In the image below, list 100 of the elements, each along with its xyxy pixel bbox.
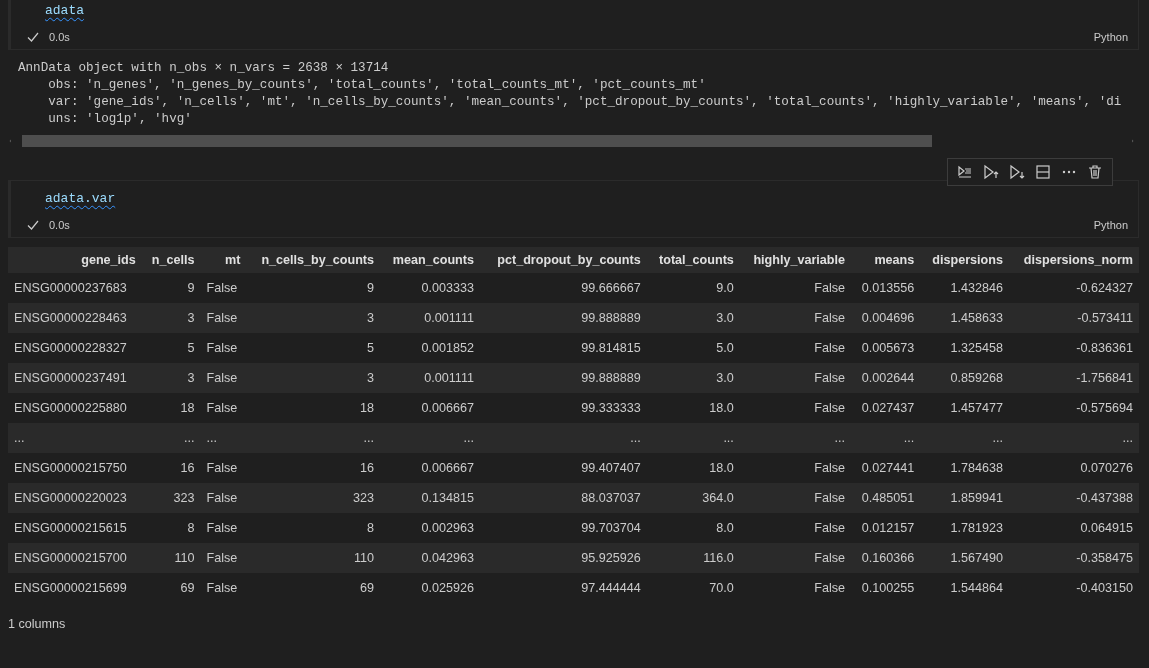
table-cell: False — [200, 303, 247, 333]
table-cell: 18.0 — [646, 453, 740, 483]
run-lines-icon — [957, 164, 973, 180]
column-header: n_cells — [141, 247, 201, 273]
table-cell: ... — [739, 423, 852, 453]
table-cell: 323 — [141, 483, 201, 513]
table-cell: 323 — [246, 483, 381, 513]
column-header: highly_variable — [739, 247, 852, 273]
code-text: adata — [45, 3, 84, 18]
table-cell: 9 — [246, 273, 381, 303]
play-up-icon — [983, 164, 999, 180]
table-cell: 0.859268 — [920, 363, 1009, 393]
table-cell: 70.0 — [646, 573, 740, 603]
table-cell: 364.0 — [646, 483, 740, 513]
table-cell: 8.0 — [646, 513, 740, 543]
table-cell: 0.001852 — [380, 333, 480, 363]
table-cell: False — [739, 483, 852, 513]
table-cell: 1.567490 — [920, 543, 1009, 573]
table-cell: 1.544864 — [920, 573, 1009, 603]
column-header: dispersions_norm — [1008, 247, 1139, 273]
table-cell: 0.160366 — [851, 543, 921, 573]
code-text: adata.var — [45, 191, 116, 206]
table-cell: 1.457477 — [920, 393, 1009, 423]
table-cell: False — [200, 363, 247, 393]
table-cell: ENSG00000225880 — [8, 393, 142, 423]
table-cell: -0.836361 — [1008, 333, 1139, 363]
table-cell: 99.888889 — [480, 303, 647, 333]
table-cell: 0.013556 — [851, 273, 921, 303]
table-cell: 16 — [246, 453, 381, 483]
table-cell: ENSG00000215615 — [8, 513, 142, 543]
trash-icon — [1087, 164, 1103, 180]
table-footer: 1 columns — [0, 603, 1149, 631]
table-cell: ENSG00000237491 — [8, 363, 142, 393]
table-cell: ... — [646, 423, 740, 453]
table-cell: 99.888889 — [480, 363, 647, 393]
table-cell: False — [200, 333, 247, 363]
output-text: obs: 'n_genes', 'n_genes_by_counts', 'total_counts', 'total_counts_mt', 'pct_counts_mt' — [47, 77, 707, 94]
table-cell: ... — [851, 423, 921, 453]
table-cell: 0.134815 — [380, 483, 480, 513]
output-text: uns: 'log1p', 'hvg' — [47, 111, 193, 128]
language-label[interactable]: Python — [1093, 219, 1128, 231]
table-cell: 0.042963 — [380, 543, 480, 573]
table-cell: ENSG00000220023 — [8, 483, 142, 513]
table-cell: 5.0 — [646, 333, 740, 363]
table-cell: 97.444444 — [480, 573, 647, 603]
table-cell: 8 — [246, 513, 381, 543]
table-cell: ... — [200, 423, 247, 453]
table-cell: -0.358475 — [1008, 543, 1139, 573]
table-cell: False — [200, 483, 247, 513]
table-cell: 0.485051 — [851, 483, 921, 513]
table-cell: 0.002963 — [380, 513, 480, 543]
column-header: mean_counts — [380, 247, 480, 273]
table-cell: 99.333333 — [480, 393, 647, 423]
table-cell: 1.458633 — [920, 303, 1009, 333]
table-cell: 3 — [246, 363, 381, 393]
table-cell: 69 — [141, 573, 201, 603]
table-cell: -1.756841 — [1008, 363, 1139, 393]
column-header: mt — [200, 247, 247, 273]
table-cell: ... — [380, 423, 480, 453]
table-cell: False — [200, 513, 247, 543]
execution-time: 0.0s — [49, 31, 70, 43]
table-cell: 0.006667 — [380, 453, 480, 483]
split-icon — [1035, 164, 1051, 180]
table-cell: False — [200, 453, 247, 483]
column-header: total_counts — [646, 247, 740, 273]
table-cell: 95.925926 — [480, 543, 647, 573]
table-cell: 1.781923 — [920, 513, 1009, 543]
table-cell: 0.002644 — [851, 363, 921, 393]
table-cell: 5 — [246, 333, 381, 363]
language-label[interactable]: Python — [1093, 31, 1128, 43]
table-cell: 9 — [141, 273, 201, 303]
table-cell: 3 — [141, 303, 201, 333]
code-cell[interactable]: adata.var 0.0s Python — [8, 180, 1139, 238]
table-cell: 88.037037 — [480, 483, 647, 513]
table-cell: ENSG00000215700 — [8, 543, 142, 573]
table-cell: False — [200, 273, 247, 303]
table-cell: 5 — [141, 333, 201, 363]
table-cell: 16 — [141, 453, 201, 483]
table-cell: 0.004696 — [851, 303, 921, 333]
column-header: n_cells_by_counts — [246, 247, 381, 273]
table-cell: False — [739, 393, 852, 423]
table-cell: False — [200, 543, 247, 573]
code-cell[interactable]: adata 0.0s Python — [8, 0, 1139, 50]
table-cell: 3.0 — [646, 363, 740, 393]
table-cell: False — [739, 363, 852, 393]
table-cell: 99.814815 — [480, 333, 647, 363]
table-cell: 0.025926 — [380, 573, 480, 603]
table-cell: 0.064915 — [1008, 513, 1139, 543]
table-cell: False — [739, 453, 852, 483]
table-cell: 69 — [246, 573, 381, 603]
table-cell: ... — [246, 423, 381, 453]
table-cell: 0.006667 — [380, 393, 480, 423]
table-cell: False — [739, 573, 852, 603]
scrollbar-thumb[interactable] — [22, 135, 932, 147]
execution-time: 0.0s — [49, 219, 70, 231]
column-header: dispersions — [920, 247, 1009, 273]
table-cell: 110 — [141, 543, 201, 573]
table-cell: ENSG00000215750 — [8, 453, 142, 483]
table-cell: 8 — [141, 513, 201, 543]
table-cell: 116.0 — [646, 543, 740, 573]
